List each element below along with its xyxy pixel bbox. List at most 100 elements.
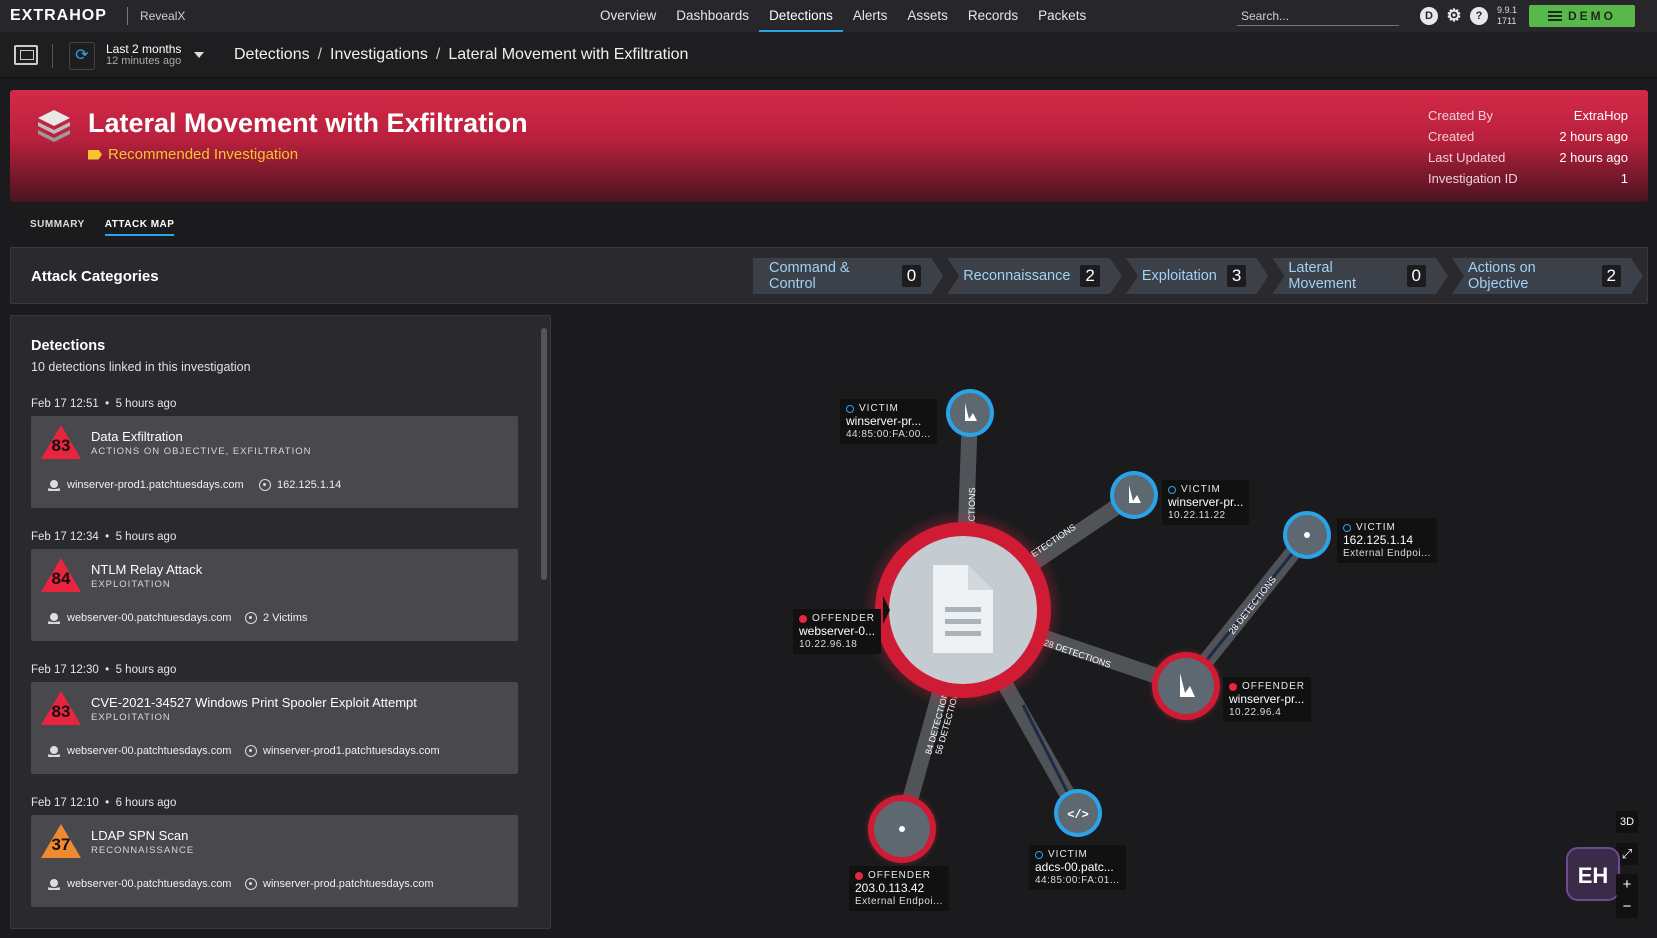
time-range-dropdown-icon[interactable] (194, 52, 204, 58)
time-range-label[interactable]: Last 2 months (106, 42, 181, 56)
risk-score: 37 (51, 835, 71, 854)
category-command-control[interactable]: Command & Control 0 (753, 258, 943, 294)
detection-victim[interactable]: 162.125.1.14 (259, 479, 341, 491)
view-tabs: SUMMARY ATTACK MAP (30, 219, 175, 236)
attack-category-chevrons: Command & Control 0 Reconnaissance 2 Explo… (753, 258, 1647, 294)
detection-victim[interactable]: 2 Victims (245, 612, 307, 624)
offender-node-external[interactable] (864, 791, 940, 867)
detection-card[interactable]: 37 LDAP SPN Scan RECONNAISSANCE webserver-0… (31, 815, 518, 907)
meta-row: Investigation ID 1 (1428, 171, 1628, 186)
category-reconnaissance[interactable]: Reconnaissance 2 (947, 258, 1122, 294)
nav-alerts[interactable]: Alerts (843, 0, 898, 32)
eh-assistant-badge[interactable]: EH (1566, 847, 1620, 901)
breadcrumb-investigations[interactable]: Investigations (330, 46, 428, 64)
meta-row: Last Updated 2 hours ago (1428, 150, 1628, 165)
detection-title[interactable]: NTLM Relay Attack (91, 562, 202, 577)
detection-title[interactable]: Data Exfiltration (91, 429, 183, 444)
nav-records[interactable]: Records (958, 0, 1028, 32)
meta-row: Created 2 hours ago (1428, 129, 1628, 144)
sub-toolbar: ⟳ Last 2 months 12 minutes ago Detection… (0, 32, 1657, 78)
victim-node-adcs[interactable]: </> (1054, 789, 1102, 837)
breadcrumb: Detections / Investigations / Lateral Mo… (234, 46, 688, 64)
detection-card[interactable]: 83 CVE-2021-34527 Windows Print Spooler E… (31, 682, 518, 774)
tag-label: Recommended Investigation (108, 146, 299, 163)
demo-label: DEMO (1568, 9, 1616, 23)
investigation-title: Lateral Movement with Exfiltration (88, 108, 528, 138)
node-label: OFFENDER winserver-pr... 10.22.96.4 (1223, 677, 1311, 722)
offender-skull-icon (47, 746, 61, 757)
detections-panel: Detections 10 detections linked in this … (10, 315, 551, 929)
investigation-tag: Recommended Investigation (88, 146, 298, 163)
detection-offender[interactable]: webserver-00.patchtuesdays.com (47, 745, 231, 757)
breadcrumb-separator: / (317, 46, 323, 63)
offender-skull-icon (855, 871, 863, 880)
victim-node-winserver-2[interactable] (1110, 471, 1158, 519)
offender-node-winserver[interactable] (1148, 648, 1224, 724)
victim-target-icon (259, 479, 271, 491)
node-label: VICTIM winserver-pr... 44:85:00:FA:00... (840, 399, 937, 444)
view-3d-button[interactable]: 3D (1616, 811, 1638, 833)
detection-category: EXPLOITATION (91, 579, 171, 590)
edge-label: 28 DETECTIONS (1227, 575, 1278, 637)
victim-target-icon (245, 745, 257, 757)
offender-skull-icon (47, 613, 61, 624)
detection-card[interactable]: 83 Data Exfiltration ACTIONS ON OBJECTIVE,… (31, 416, 518, 508)
investigation-banner: Lateral Movement with Exfiltration Recom… (10, 90, 1648, 202)
node-label: OFFENDER webserver-0... 10.22.96.18 (793, 609, 882, 654)
detection-title[interactable]: LDAP SPN Scan (91, 828, 188, 843)
demo-menu-button[interactable]: DEMO (1529, 5, 1635, 27)
victim-node-external[interactable] (1283, 511, 1331, 559)
help-icon[interactable]: ? (1470, 7, 1488, 25)
offender-skull-icon (47, 480, 61, 491)
top-nav: EXTRAHOP RevealX Overview Dashboards Det… (0, 0, 1657, 32)
refresh-icon[interactable]: ⟳ (69, 42, 95, 70)
tab-attack-map[interactable]: ATTACK MAP (104, 219, 175, 236)
logo-divider (127, 7, 128, 25)
victim-target-icon (245, 612, 257, 624)
offender-skull-icon (47, 879, 61, 890)
hamburger-icon (1548, 11, 1562, 21)
nav-overview[interactable]: Overview (590, 0, 666, 32)
detection-category: ACTIONS ON OBJECTIVE, EXFILTRATION (91, 446, 312, 457)
node-label: VICTIM winserver-pr... 10.22.11.22 (1162, 480, 1250, 525)
victim-target-icon (1168, 485, 1176, 494)
detections-scrollbar[interactable] (541, 328, 547, 580)
breadcrumb-detections[interactable]: Detections (234, 46, 310, 64)
user-avatar-icon[interactable]: D (1420, 7, 1438, 25)
attack-map[interactable]: 28 DETECTIONS 56 DETECTIONS 28 DETECTION… (553, 315, 1657, 938)
endpoint-dot-icon (899, 826, 905, 832)
code-icon: </> (1067, 808, 1089, 822)
detection-victim[interactable]: winserver-prod1.patchtuesdays.com (245, 745, 440, 757)
zoom-in-button[interactable]: + (1616, 874, 1638, 896)
detection-victim[interactable]: winserver-prod.patchtuesdays.com (245, 878, 434, 890)
category-exploitation[interactable]: Exploitation 3 (1126, 258, 1268, 294)
detection-title[interactable]: CVE-2021-34527 Windows Print Spooler Exp… (91, 695, 417, 710)
tag-icon (88, 149, 102, 160)
detection-offender[interactable]: webserver-00.patchtuesdays.com (47, 612, 231, 624)
zoom-out-button[interactable]: − (1616, 896, 1638, 918)
detection-category: EXPLOITATION (91, 712, 171, 723)
dashboard-view-icon[interactable] (14, 45, 38, 65)
category-actions-on-objective[interactable]: Actions on Objective 2 (1452, 258, 1643, 294)
nav-detections[interactable]: Detections (759, 0, 843, 32)
category-lateral-movement[interactable]: Lateral Movement 0 (1272, 258, 1448, 294)
detection-offender[interactable]: webserver-00.patchtuesdays.com (47, 878, 231, 890)
detection-card[interactable]: 84 NTLM Relay Attack EXPLOITATION webserver… (31, 549, 518, 641)
victim-target-icon (1343, 523, 1351, 532)
detection-timestamp: Feb 17 12:30 • 5 hours ago (31, 664, 177, 676)
extrahop-logo[interactable]: EXTRAHOP (10, 7, 107, 25)
nav-dashboards[interactable]: Dashboards (666, 0, 759, 32)
settings-gear-icon[interactable]: ⚙ (1445, 7, 1463, 25)
nav-assets[interactable]: Assets (897, 0, 958, 32)
detection-timestamp: Feb 17 12:51 • 5 hours ago (31, 398, 177, 410)
endpoint-dot-icon (1304, 532, 1310, 538)
global-search-input[interactable] (1237, 6, 1399, 26)
tab-summary[interactable]: SUMMARY (30, 219, 85, 236)
nav-packets[interactable]: Packets (1028, 0, 1096, 32)
victim-node-winserver-1[interactable] (946, 389, 994, 437)
detection-category: RECONNAISSANCE (91, 845, 195, 856)
risk-score: 83 (51, 436, 71, 455)
offender-node-webserver[interactable] (863, 510, 1063, 710)
victim-target-icon (1035, 850, 1043, 859)
detection-offender[interactable]: winserver-prod1.patchtuesdays.com (47, 479, 244, 491)
